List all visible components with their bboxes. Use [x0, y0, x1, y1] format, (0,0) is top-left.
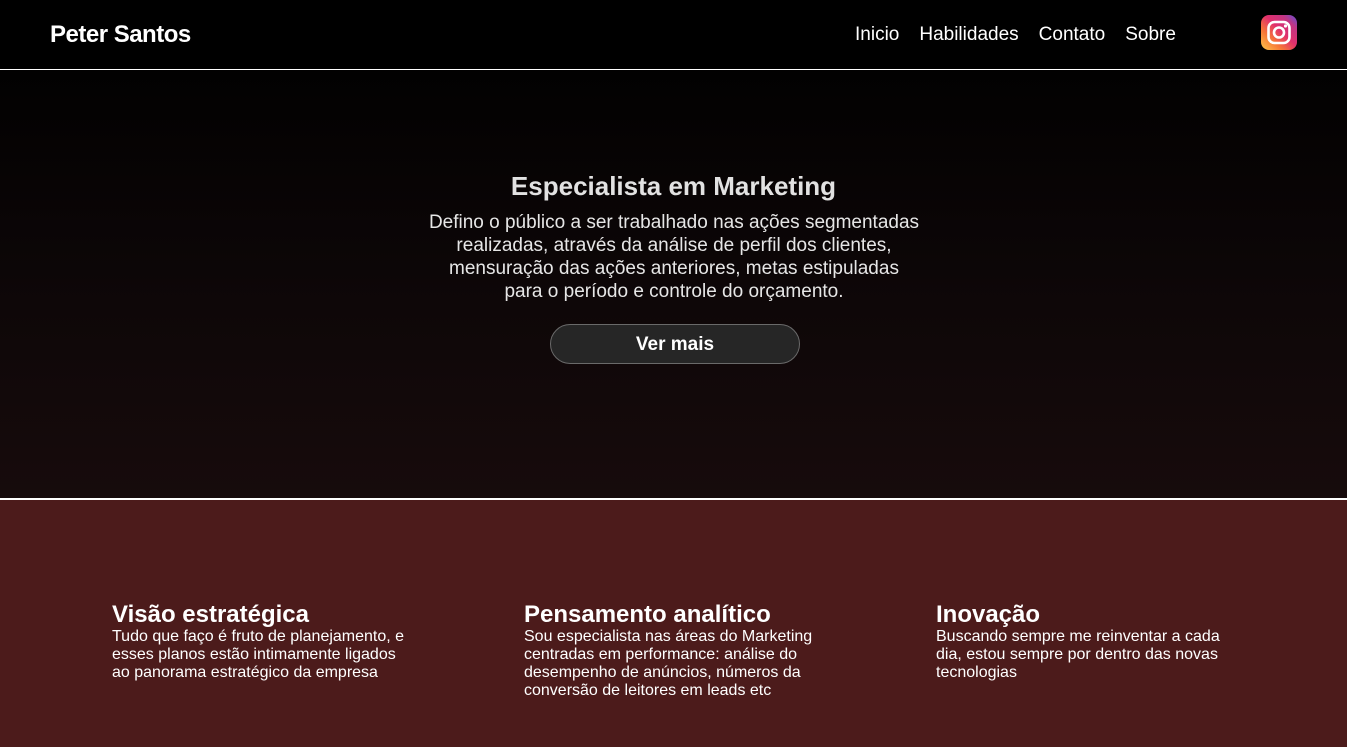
- feature-text: Tudo que faço é fruto de planejamento, e…: [112, 628, 405, 681]
- ver-mais-button[interactable]: Ver mais: [550, 324, 800, 364]
- feature-pensamento-analitico: Pensamento analítico Sou especialista na…: [524, 602, 834, 700]
- nav-link-habilidades[interactable]: Habilidades: [919, 23, 1018, 47]
- instagram-icon[interactable]: [1261, 15, 1297, 50]
- navbar: Peter Santos Inicio Habilidades Contato …: [0, 0, 1347, 70]
- hero-section: Especialista em Marketing Defino o públi…: [0, 70, 1347, 500]
- feature-text: Sou especialista nas áreas do Marketing …: [524, 628, 813, 699]
- feature-title: Pensamento analítico: [524, 601, 771, 628]
- feature-title: Inovação: [936, 601, 1041, 628]
- nav-link-contato[interactable]: Contato: [1039, 23, 1106, 47]
- feature-inovacao: Inovação Buscando sempre me reinventar a…: [936, 602, 1246, 682]
- hero-title: Especialista em Marketing: [510, 171, 837, 201]
- nav-link-sobre[interactable]: Sobre: [1125, 23, 1176, 47]
- feature-text: Buscando sempre me reinventar a cada dia…: [936, 628, 1220, 681]
- hero-description: Defino o público a ser trabalhado nas aç…: [428, 212, 920, 302]
- brand-name[interactable]: Peter Santos: [50, 21, 191, 49]
- feature-visao-estrategica: Visão estratégica Tudo que faço é fruto …: [112, 602, 422, 682]
- feature-title: Visão estratégica: [112, 601, 310, 628]
- features-section: Visão estratégica Tudo que faço é fruto …: [0, 500, 1347, 747]
- nav-menu: Inicio Habilidades Contato Sobre: [855, 23, 1176, 47]
- nav-link-inicio[interactable]: Inicio: [855, 23, 899, 47]
